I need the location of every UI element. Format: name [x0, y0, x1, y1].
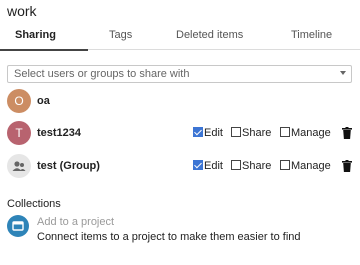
- tab-sharing[interactable]: Sharing: [15, 29, 56, 41]
- avatar: T: [7, 121, 31, 145]
- user-name: oa: [37, 95, 50, 107]
- edit-label: Edit: [204, 127, 223, 139]
- edit-permission[interactable]: Edit: [193, 160, 223, 172]
- edit-permission[interactable]: Edit: [193, 127, 223, 139]
- tab-tags[interactable]: Tags: [109, 29, 132, 41]
- collections-heading: Collections: [7, 198, 61, 210]
- group-name: test (Group): [37, 160, 100, 172]
- edit-checkbox[interactable]: [193, 127, 203, 137]
- tab-deleted-items[interactable]: Deleted items: [176, 29, 243, 41]
- manage-checkbox[interactable]: [280, 127, 290, 137]
- share-with-select[interactable]: Select users or groups to share with: [7, 65, 352, 83]
- active-tab-indicator: [0, 49, 88, 51]
- project-icon[interactable]: [7, 215, 29, 237]
- dropdown-caret-icon: [340, 71, 346, 75]
- tab-timeline[interactable]: Timeline: [291, 29, 332, 41]
- add-to-project-link[interactable]: Add to a project: [37, 216, 114, 228]
- manage-label: Manage: [291, 160, 331, 172]
- share-with-placeholder: Select users or groups to share with: [14, 68, 190, 80]
- share-permission[interactable]: Share: [231, 160, 271, 172]
- avatar: O: [7, 89, 31, 113]
- share-checkbox[interactable]: [231, 160, 241, 170]
- tab-bar: Sharing Tags Deleted items Timeline: [0, 24, 360, 51]
- share-label: Share: [242, 160, 272, 172]
- share-checkbox[interactable]: [231, 127, 241, 137]
- user-row-test1234: T test1234 Edit Share Manage: [0, 121, 360, 147]
- edit-label: Edit: [204, 160, 223, 172]
- share-label: Share: [242, 127, 272, 139]
- collections-description: Connect items to a project to make them …: [37, 231, 301, 243]
- group-avatar: [7, 154, 31, 178]
- trash-icon[interactable]: [342, 127, 352, 139]
- user-row-test-group: test (Group) Edit Share Manage: [0, 154, 360, 180]
- edit-checkbox[interactable]: [193, 160, 203, 170]
- share-permission[interactable]: Share: [231, 127, 271, 139]
- manage-label: Manage: [291, 127, 331, 139]
- manage-checkbox[interactable]: [280, 160, 290, 170]
- manage-permission[interactable]: Manage: [280, 127, 331, 139]
- trash-icon[interactable]: [342, 160, 352, 172]
- folder-icon: [12, 221, 24, 231]
- group-icon: [12, 161, 26, 171]
- user-name: test1234: [37, 127, 82, 139]
- manage-permission[interactable]: Manage: [280, 160, 331, 172]
- page-title: work: [7, 3, 37, 19]
- user-row-oa: O oa: [0, 89, 360, 115]
